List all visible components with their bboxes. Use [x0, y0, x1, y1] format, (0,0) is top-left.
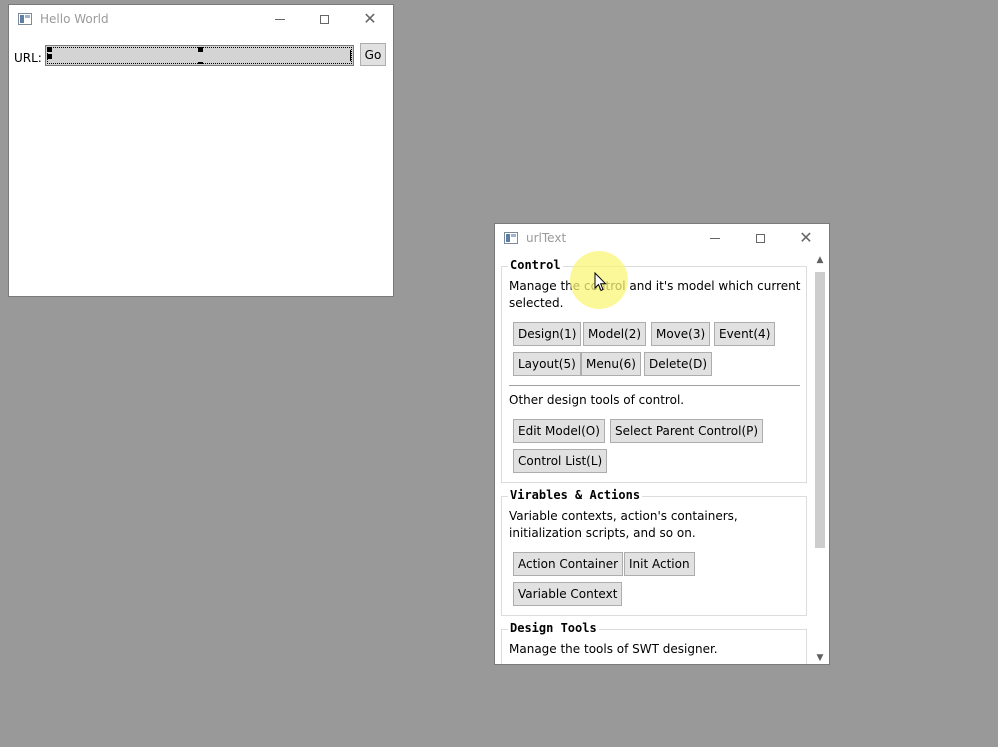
go-button[interactable]: Go	[360, 43, 386, 66]
variables-actions-group: Virables & Actions Variable contexts, ac…	[501, 488, 807, 616]
app-icon	[18, 13, 32, 25]
action-container-button[interactable]: Action Container	[513, 552, 624, 576]
minimize-icon	[275, 18, 285, 20]
title-bar[interactable]: urlText ✕	[495, 224, 829, 252]
url-label: URL:	[14, 51, 42, 65]
design-tools-description: Manage the tools of SWT designer.	[509, 642, 718, 656]
design-tools-group-title: Design Tools	[508, 621, 599, 635]
edit-model-button[interactable]: Edit Model(O)	[513, 419, 605, 443]
scroll-up-icon[interactable]: ▲	[811, 252, 829, 268]
minimize-button[interactable]	[692, 224, 738, 252]
minimize-button[interactable]	[257, 5, 303, 33]
scroll-down-icon[interactable]: ▼	[811, 650, 829, 664]
close-button[interactable]: ✕	[783, 224, 829, 252]
maximize-icon	[319, 14, 329, 24]
move-button[interactable]: Move(3)	[651, 322, 711, 346]
scroll-thumb[interactable]	[815, 272, 825, 548]
variables-group-title: Virables & Actions	[508, 488, 643, 502]
resize-handle-bottom[interactable]	[198, 62, 203, 64]
designer-content: Control Manage the control and it's mode…	[495, 252, 813, 664]
delete-button[interactable]: Delete(D)	[644, 352, 713, 376]
url-row: URL: Go	[14, 43, 388, 71]
design-button[interactable]: Design(1)	[513, 322, 582, 346]
url-input[interactable]	[45, 45, 354, 66]
close-icon: ✕	[363, 9, 377, 28]
control-list-button[interactable]: Control List(L)	[513, 449, 608, 473]
layout-button[interactable]: Layout(5)	[513, 352, 581, 376]
resize-handle-top-left[interactable]	[47, 47, 52, 52]
designer-window: urlText ✕ Control Manage the control and…	[494, 223, 830, 665]
event-button[interactable]: Event(4)	[714, 322, 776, 346]
hello-world-window: Hello World ✕ URL: Go	[8, 4, 394, 297]
model-button[interactable]: Model(2)	[583, 322, 647, 346]
other-tools-description: Other design tools of control.	[509, 393, 685, 407]
title-bar[interactable]: Hello World ✕	[9, 5, 393, 33]
mouse-pointer-icon	[594, 272, 607, 292]
maximize-button[interactable]	[737, 224, 783, 252]
close-button[interactable]: ✕	[347, 5, 393, 33]
design-tools-group: Design Tools Manage the tools of SWT des…	[501, 621, 807, 664]
resize-handle-left[interactable]	[47, 54, 52, 59]
window-title: urlText	[526, 231, 567, 245]
app-icon	[504, 232, 518, 244]
init-action-button[interactable]: Init Action	[624, 552, 695, 576]
variables-description: Variable contexts, action's containers, …	[509, 509, 738, 540]
separator	[509, 385, 800, 386]
minimize-icon	[710, 237, 720, 239]
menu-button[interactable]: Menu(6)	[581, 352, 641, 376]
maximize-icon	[755, 233, 765, 243]
window-title: Hello World	[40, 12, 109, 26]
resize-handle-top[interactable]	[198, 47, 203, 52]
close-icon: ✕	[799, 228, 813, 247]
control-group-title: Control	[508, 258, 563, 272]
control-group: Control Manage the control and it's mode…	[501, 258, 807, 483]
select-parent-control-button[interactable]: Select Parent Control(P)	[610, 419, 764, 443]
resize-handle-right[interactable]	[350, 50, 351, 61]
maximize-button[interactable]	[301, 5, 347, 33]
variable-context-button[interactable]: Variable Context	[513, 582, 623, 606]
vertical-scrollbar[interactable]: ▲ ▼	[811, 252, 829, 664]
control-description: Manage the control and it's model which …	[509, 279, 801, 310]
